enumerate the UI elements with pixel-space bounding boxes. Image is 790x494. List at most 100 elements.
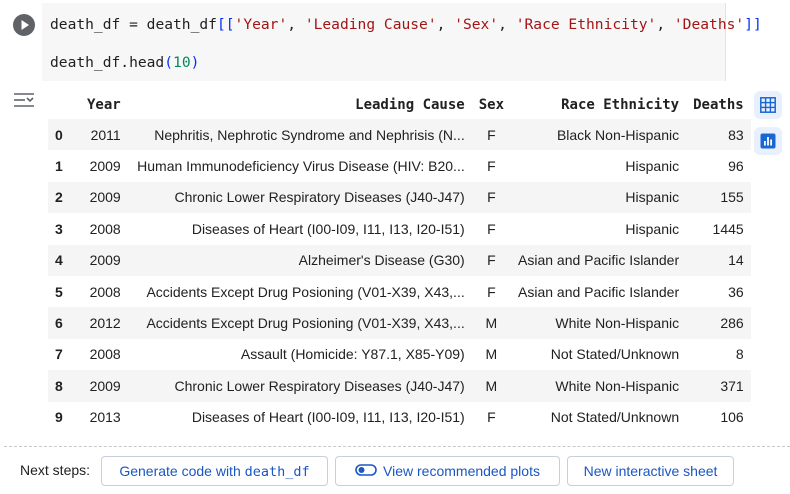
row-index: 3: [55, 220, 63, 237]
cell-deaths: 286: [686, 307, 751, 339]
cell-leading-cause: Alzheimer's Disease (G30): [127, 244, 472, 276]
new-interactive-sheet-label: New interactive sheet: [583, 463, 718, 479]
cell-race-ethnicity: White Non-Hispanic: [511, 307, 687, 339]
cell-deaths: 106: [720, 409, 744, 426]
cell-sex: F: [487, 283, 496, 300]
column-header-year[interactable]: Year: [80, 90, 128, 119]
cell-sex: M: [471, 307, 512, 339]
code-sep: ,: [656, 16, 674, 33]
cell-sex: F: [471, 119, 512, 151]
new-interactive-sheet-button[interactable]: New interactive sheet: [567, 456, 734, 486]
table-header-row: Year Leading Cause Sex Race Ethnicity De…: [48, 90, 751, 119]
code-col-cause: 'Leading Cause': [304, 16, 437, 33]
code-open-bracket: [[: [216, 16, 235, 33]
cell-sex: M: [485, 346, 498, 363]
filter-list-icon[interactable]: [12, 90, 36, 110]
cell-sex: F: [487, 409, 496, 426]
row-index: 2: [48, 181, 80, 214]
code-arg: 10: [173, 54, 191, 71]
table-row: 3 2008 Diseases of Heart (I00-I09, I11, …: [48, 213, 751, 244]
cell-race-ethnicity: Hispanic: [625, 158, 680, 175]
next-steps-label: Next steps:: [20, 462, 91, 478]
cell-race-ethnicity: Black Non-Hispanic: [511, 119, 687, 151]
cell-sex: F: [471, 181, 512, 214]
cell-leading-cause: Assault (Homicide: Y87.1, X85-Y09): [240, 346, 465, 363]
code-col-year: 'Year': [234, 16, 288, 33]
cell-race-ethnicity: White Non-Hispanic: [511, 370, 687, 402]
cell-deaths: 371: [686, 370, 751, 402]
row-index: 4: [48, 244, 80, 276]
code-col-sex: 'Sex': [454, 16, 499, 33]
cell-output: Year Leading Cause Sex Race Ethnicity De…: [0, 84, 790, 494]
cell-race-ethnicity: Asian and Pacific Islander: [518, 283, 680, 300]
notebook-cell: death_df = death_df[['Year', 'Leading Ca…: [0, 0, 790, 494]
table-row: 1 2009 Human Immunodeficiency Virus Dise…: [48, 150, 751, 181]
code-close-paren: ): [190, 54, 200, 71]
column-header-deaths[interactable]: Deaths: [686, 90, 751, 119]
cell-deaths: 36: [728, 283, 744, 300]
table-row: 5 2008 Accidents Except Drug Posioning (…: [48, 276, 751, 307]
cell-year: 2008: [89, 220, 121, 237]
row-index: 5: [55, 283, 63, 300]
generate-code-button[interactable]: Generate code with death_df: [101, 456, 328, 486]
row-index: 9: [55, 409, 63, 426]
cell-year: 2011: [80, 119, 128, 151]
cell-sex: F: [487, 220, 496, 237]
column-header-leading-cause[interactable]: Leading Cause: [128, 90, 472, 119]
cell-sex: F: [471, 244, 512, 276]
code-editor[interactable]: death_df = death_df[['Year', 'Leading Ca…: [42, 3, 762, 81]
code-call: death_df.head: [50, 54, 165, 71]
code-line-2[interactable]: death_df.head(10): [50, 54, 199, 71]
next-steps-bar: Next steps: Generate code with death_df …: [0, 456, 790, 492]
table-row: 7 2008 Assault (Homicide: Y87.1, X85-Y09…: [48, 339, 751, 370]
code-assign: =: [120, 16, 147, 33]
dataframe-table: Year Leading Cause Sex Race Ethnicity De…: [48, 90, 751, 433]
cell-leading-cause: Diseases of Heart (I00-I09, I11, I13, I2…: [191, 220, 465, 237]
table-view-button[interactable]: [754, 91, 782, 119]
row-index: 1: [55, 158, 63, 175]
code-line-1[interactable]: death_df = death_df[['Year', 'Leading Ca…: [50, 16, 762, 33]
cell-leading-cause: Human Immunodeficiency Virus Disease (HI…: [137, 158, 465, 175]
bar-chart-icon: [760, 133, 776, 149]
view-recommended-plots-label: View recommended plots: [383, 463, 540, 479]
code-sep: ,: [436, 16, 455, 33]
table-row: 6 2012 Accidents Except Drug Posioning (…: [48, 307, 751, 339]
cell-year: 2013: [89, 409, 121, 426]
cell-leading-cause: Diseases of Heart (I00-I09, I11, I13, I2…: [191, 409, 465, 426]
cell-year: 2008: [89, 346, 121, 363]
code-col-race: 'Race Ethnicity': [515, 16, 657, 33]
chart-view-button[interactable]: [754, 127, 782, 155]
code-sep: ,: [287, 16, 305, 33]
cell-deaths: 96: [728, 158, 744, 175]
code-open-paren: (: [164, 54, 174, 71]
cell-year: 2009: [89, 158, 121, 175]
cell-leading-cause: Accidents Except Drug Posioning (V01-X39…: [146, 283, 465, 300]
table-row: 9 2013 Diseases of Heart (I00-I09, I11, …: [48, 402, 751, 433]
cell-sex: M: [471, 370, 512, 402]
output-divider: [4, 446, 790, 447]
cell-year: 2008: [89, 283, 121, 300]
cell-leading-cause: Accidents Except Drug Posioning (V01-X39…: [127, 307, 472, 339]
cell-leading-cause: Nephritis, Nephrotic Syndrome and Nephri…: [127, 119, 472, 151]
generate-code-label: Generate code with: [119, 463, 245, 479]
row-index: 8: [48, 370, 80, 402]
cell-deaths: 8: [735, 346, 744, 363]
row-index: 6: [48, 307, 80, 339]
cell-deaths: 155: [686, 181, 751, 214]
table-row: 8 2009 Chronic Lower Respiratory Disease…: [48, 370, 751, 402]
cell-sex: F: [487, 158, 496, 175]
row-index: 7: [55, 346, 63, 363]
column-header-sex[interactable]: Sex: [472, 90, 511, 119]
generate-code-var: death_df: [244, 464, 310, 480]
cell-deaths: 14: [686, 244, 751, 276]
column-header-race-ethnicity[interactable]: Race Ethnicity: [511, 90, 686, 119]
code-sep: ,: [498, 16, 516, 33]
play-icon: [21, 20, 29, 30]
cell-year: 2009: [80, 181, 128, 214]
code-col-deaths: 'Deaths': [673, 16, 745, 33]
cell-year: 2009: [80, 370, 128, 402]
cell-race-ethnicity: Not Stated/Unknown: [550, 346, 680, 363]
table-row: 4 2009 Alzheimer's Disease (G30) F Asian…: [48, 244, 751, 276]
view-recommended-plots-button[interactable]: View recommended plots: [335, 456, 560, 486]
run-cell-button[interactable]: [13, 14, 35, 36]
